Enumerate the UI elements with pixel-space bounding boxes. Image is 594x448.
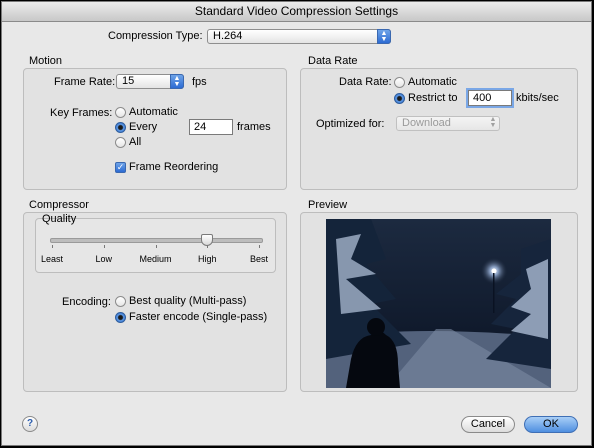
key-frames-automatic-radio[interactable] (115, 107, 126, 118)
data-rate-automatic-label: Automatic (408, 76, 457, 88)
data-rate-group-title: Data Rate (308, 55, 358, 67)
data-rate-unit: kbits/sec (516, 92, 559, 104)
frame-reordering-label: Frame Reordering (129, 161, 219, 173)
encoding-label: Encoding: (62, 296, 111, 308)
quality-tick (259, 245, 260, 248)
popup-arrows-icon: ▲ ▼ (377, 29, 391, 44)
preview-snow-scene (326, 219, 551, 388)
quality-tick-label: Medium (139, 254, 172, 264)
key-frames-label: Key Frames: (50, 107, 113, 119)
data-rate-restrict-label: Restrict to (408, 92, 458, 104)
quality-tick (52, 245, 53, 248)
help-button[interactable]: ? (22, 416, 38, 432)
quality-tick (103, 245, 105, 248)
window-title: Standard Video Compression Settings (2, 2, 591, 22)
frame-rate-value: 15 (122, 75, 135, 87)
data-rate-label: Data Rate: (339, 76, 392, 88)
preview-group-title: Preview (308, 199, 348, 211)
quality-tick-label: Low (95, 254, 112, 264)
quality-tick (155, 245, 157, 248)
motion-group-title: Motion (29, 55, 63, 67)
popup-arrows-icon: ▲ ▼ (170, 74, 184, 89)
optimized-for-label: Optimized for: (316, 118, 385, 130)
checkmark-icon: ✓ (116, 162, 125, 172)
quality-tick (207, 245, 209, 248)
quality-tick-label: Best (249, 254, 268, 264)
ok-button[interactable]: OK (524, 416, 578, 433)
quality-title: Quality (42, 213, 77, 225)
encoding-best-quality-radio[interactable] (115, 296, 126, 307)
frame-rate-unit: fps (192, 76, 207, 88)
key-frames-every-label: Every (129, 121, 158, 133)
frame-rate-label: Frame Rate: (54, 76, 116, 88)
quality-tick-label: Least (40, 254, 64, 264)
cancel-button[interactable]: Cancel (461, 416, 515, 433)
key-frames-every-radio[interactable] (115, 122, 126, 133)
quality-tick-label: High (197, 254, 217, 264)
optimized-for-popup[interactable]: Download ▲ ▼ (396, 116, 500, 131)
data-rate-restrict-radio[interactable] (394, 93, 405, 104)
encoding-faster-label: Faster encode (Single-pass) (129, 311, 268, 323)
preview-image (326, 219, 551, 388)
key-frames-automatic-label: Automatic (129, 106, 178, 118)
quality-slider-track[interactable] (50, 238, 263, 243)
data-rate-field[interactable]: 400 (466, 88, 514, 108)
key-frames-every-field[interactable]: 24 (189, 119, 233, 135)
key-frames-all-radio[interactable] (115, 137, 126, 148)
compression-type-value: H.264 (213, 30, 243, 42)
key-frames-unit: frames (237, 121, 271, 133)
compression-type-popup[interactable]: H.264 ▲ ▼ (207, 29, 391, 44)
popup-arrows-icon: ▲ ▼ (489, 116, 497, 129)
frame-reordering-checkbox[interactable]: ✓ (115, 162, 126, 173)
optimized-for-value: Download (402, 117, 451, 129)
frame-rate-popup[interactable]: 15 ▲ ▼ (116, 74, 184, 89)
compression-settings-window: Standard Video Compression Settings Comp… (1, 1, 592, 446)
encoding-best-quality-label: Best quality (Multi-pass) (129, 295, 247, 307)
compression-type-label: Compression Type: (108, 30, 203, 42)
compressor-group-title: Compressor (29, 199, 89, 211)
key-frames-all-label: All (129, 136, 142, 148)
data-rate-automatic-radio[interactable] (394, 77, 405, 88)
encoding-faster-radio[interactable] (115, 312, 126, 323)
